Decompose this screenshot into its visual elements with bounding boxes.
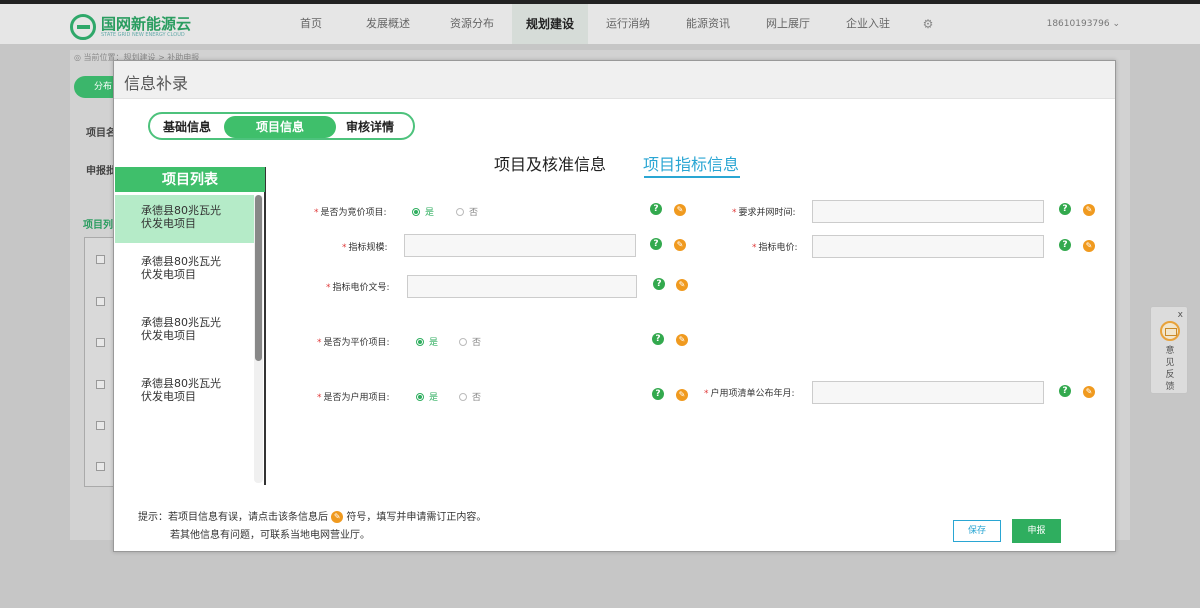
household-yes-radio[interactable]: 是 <box>416 390 438 403</box>
help-icon[interactable]: ? <box>650 238 662 250</box>
radio-checked-icon <box>416 337 424 346</box>
edit-icon[interactable]: ✎ <box>674 239 686 251</box>
feedback-mail-icon <box>1160 321 1180 341</box>
nav-item-home[interactable]: 首页 <box>280 4 344 44</box>
scrollbar-thumb[interactable] <box>255 195 262 361</box>
save-button[interactable]: 保存 <box>953 520 1001 542</box>
bidding-no-radio[interactable]: 否 <box>456 205 478 218</box>
info-supplement-modal: 信息补录 基础信息 项目信息 审核详情 项目列表 承德县80兆瓦光伏发电项目 承… <box>113 60 1116 552</box>
edit-icon[interactable]: ✎ <box>1083 204 1095 216</box>
feedback-label[interactable]: 意见反馈 <box>1164 345 1176 393</box>
parity-yes-radio[interactable]: 是 <box>416 335 438 348</box>
tab-project-indicator[interactable]: 项目指标信息 <box>643 151 739 175</box>
background-label-project: 项目名 <box>86 128 116 139</box>
background-table <box>84 237 114 487</box>
active-tab-underline <box>644 176 740 178</box>
page-footer <box>0 544 1200 608</box>
price-document-label: * 指标电价文号: <box>326 283 390 293</box>
project-list-title: 项目列表 <box>115 167 265 192</box>
indicator-price-input[interactable] <box>812 235 1044 258</box>
logo-icon <box>70 14 96 40</box>
modal-header: 信息补录 <box>114 61 1115 99</box>
background-checkbox[interactable] <box>96 297 105 306</box>
background-checkbox[interactable] <box>96 380 105 389</box>
help-icon[interactable]: ? <box>1059 385 1071 397</box>
site-logo[interactable]: 国网新能源云 STATE GRID NEW ENERGY CLOUD <box>70 14 191 40</box>
price-document-input[interactable] <box>407 275 637 298</box>
edit-icon[interactable]: ✎ <box>676 279 688 291</box>
user-phone-menu[interactable]: 18610193796 ⌄ <box>1047 4 1120 44</box>
modal-title: 信息补录 <box>124 74 189 93</box>
bidding-yes-radio[interactable]: 是 <box>412 205 434 218</box>
background-label-apply: 申报批 <box>86 166 116 177</box>
top-navbar: 国网新能源云 STATE GRID NEW ENERGY CLOUD 首页 发展… <box>0 0 1200 44</box>
help-icon[interactable]: ? <box>1059 203 1071 215</box>
help-icon[interactable]: ? <box>652 333 664 345</box>
indicator-scale-label: * 指标规模: <box>342 243 388 253</box>
nav-item-exhibition[interactable]: 网上展厅 <box>748 4 828 44</box>
parity-no-radio[interactable]: 否 <box>459 335 481 348</box>
background-checkbox[interactable] <box>96 255 105 264</box>
parity-project-label: * 是否为平价项目: <box>317 338 390 348</box>
tip-text: 提示：若项目信息有误，请点击该条信息后 ✎ 符号，填写并申请需订正内容。 若其他… <box>138 511 487 541</box>
help-icon[interactable]: ? <box>1059 239 1071 251</box>
step-project-info[interactable]: 项目信息 <box>224 116 336 138</box>
nav-item-news[interactable]: 能源资讯 <box>668 4 748 44</box>
help-icon[interactable]: ? <box>652 388 664 400</box>
project-list-item[interactable]: 承德县80兆瓦光伏发电项目 <box>115 304 254 365</box>
project-list-item[interactable]: 承德县80兆瓦光伏发电项目 <box>115 195 254 243</box>
gear-icon[interactable]: ⚙ <box>908 4 948 44</box>
help-icon[interactable]: ? <box>650 203 662 215</box>
grid-time-input[interactable] <box>812 200 1044 223</box>
project-list-item[interactable]: 承德县80兆瓦光伏发电项目 <box>115 365 254 426</box>
edit-icon[interactable]: ✎ <box>674 204 686 216</box>
background-checkbox[interactable] <box>96 421 105 430</box>
nav-item-operation[interactable]: 运行消纳 <box>588 4 668 44</box>
feedback-widget[interactable]: x 意见反馈 <box>1150 306 1188 394</box>
step-basic-info[interactable]: 基础信息 <box>163 117 211 137</box>
logo-subtitle: STATE GRID NEW ENERGY CLOUD <box>101 32 185 38</box>
step-review-detail[interactable]: 审核详情 <box>346 117 394 137</box>
submit-button[interactable]: 申报 <box>1012 519 1061 543</box>
project-list-item[interactable]: 承德县80兆瓦光伏发电项目 <box>115 243 254 304</box>
grid-time-label: * 要求并网时间: <box>732 208 796 218</box>
background-checkbox[interactable] <box>96 338 105 347</box>
nav-item-resources[interactable]: 资源分布 <box>428 4 512 44</box>
indicator-scale-input[interactable] <box>404 234 636 257</box>
household-date-input[interactable] <box>812 381 1044 404</box>
background-list-label: 项目列 <box>83 220 113 231</box>
project-list-scrollbar[interactable] <box>254 195 263 483</box>
household-date-label: * 户用项清单公布年月: <box>704 389 795 399</box>
radio-unchecked-icon <box>456 207 464 216</box>
edit-icon[interactable]: ✎ <box>1083 240 1095 252</box>
tab-project-approval[interactable]: 项目及核准信息 <box>494 151 606 175</box>
edit-icon[interactable]: ✎ <box>676 389 688 401</box>
indicator-price-label: * 指标电价: <box>752 243 798 253</box>
edit-icon: ✎ <box>331 511 344 523</box>
nav-item-enterprise[interactable]: 企业入驻 <box>828 4 908 44</box>
household-no-radio[interactable]: 否 <box>459 390 481 403</box>
edit-icon[interactable]: ✎ <box>1083 386 1095 398</box>
project-list-panel: 项目列表 承德县80兆瓦光伏发电项目 承德县80兆瓦光伏发电项目 承德县80兆瓦… <box>115 167 266 485</box>
nav-item-overview[interactable]: 发展概述 <box>344 4 428 44</box>
main-nav: 首页 发展概述 资源分布 规划建设 运行消纳 能源资讯 网上展厅 企业入驻 ⚙ <box>280 4 948 44</box>
step-switcher: 基础信息 项目信息 审核详情 <box>148 112 415 140</box>
logo-title: 国网新能源云 <box>101 15 192 33</box>
radio-checked-icon <box>412 207 420 216</box>
nav-item-planning[interactable]: 规划建设 <box>512 4 589 44</box>
radio-unchecked-icon <box>459 337 467 346</box>
feedback-close-button[interactable]: x <box>1178 310 1183 320</box>
edit-icon[interactable]: ✎ <box>676 334 688 346</box>
household-project-label: * 是否为户用项目: <box>317 393 390 403</box>
background-checkbox[interactable] <box>96 462 105 471</box>
bidding-project-label: * 是否为竞价项目: <box>314 208 387 218</box>
radio-checked-icon <box>416 392 424 401</box>
radio-unchecked-icon <box>459 392 467 401</box>
help-icon[interactable]: ? <box>653 278 665 290</box>
